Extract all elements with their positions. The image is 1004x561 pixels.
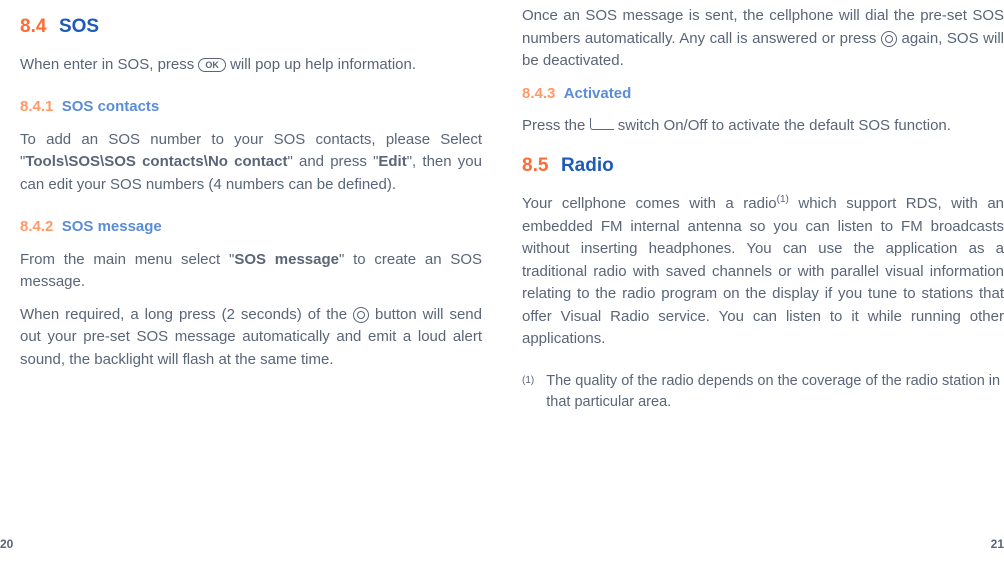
sos-message-paragraph-1: From the main menu select "SOS message" … bbox=[20, 249, 482, 294]
text: " and press " bbox=[287, 153, 378, 170]
subsection-8.4.3-heading: 8.4.3 Activated bbox=[522, 83, 1004, 106]
ok-button-icon: OK bbox=[198, 58, 226, 72]
page-number: 20 bbox=[0, 535, 13, 553]
sos-dial-paragraph: Once an SOS message is sent, the cellpho… bbox=[522, 5, 1004, 73]
right-page: Once an SOS message is sent, the cellpho… bbox=[502, 0, 1004, 561]
section-title: Radio bbox=[561, 155, 614, 176]
text: When enter in SOS, press bbox=[20, 56, 198, 73]
sos-button-icon bbox=[881, 31, 897, 47]
section-number: 8.5 bbox=[522, 155, 548, 176]
footnote-marker: (1) bbox=[522, 371, 534, 415]
subsection-number: 8.4.3 bbox=[522, 85, 555, 102]
sos-message-bold: SOS message bbox=[234, 251, 339, 268]
footnote-text: The quality of the radio depends on the … bbox=[546, 371, 1004, 415]
switch-icon bbox=[590, 118, 614, 130]
footnote-ref: (1) bbox=[777, 194, 789, 205]
text: which support RDS, with an embedded FM i… bbox=[522, 195, 1004, 347]
text: From the main menu select " bbox=[20, 251, 234, 268]
subsection-8.4.2-heading: 8.4.2 SOS message bbox=[20, 216, 482, 239]
subsection-title: Activated bbox=[564, 85, 632, 102]
sos-button-icon bbox=[353, 307, 369, 323]
page-number: 21 bbox=[991, 535, 1004, 553]
text: When required, a long press (2 seconds) … bbox=[20, 306, 353, 323]
edit-bold: Edit bbox=[378, 153, 406, 170]
subsection-number: 8.4.2 bbox=[20, 218, 53, 235]
activated-paragraph: Press the switch On/Off to activate the … bbox=[522, 115, 1004, 138]
sos-contacts-paragraph: To add an SOS number to your SOS contact… bbox=[20, 129, 482, 197]
radio-paragraph: Your cellphone comes with a radio(1) whi… bbox=[522, 192, 1004, 351]
menu-path-bold: Tools\SOS\SOS contacts\No contact bbox=[25, 153, 287, 170]
section-title: SOS bbox=[59, 16, 99, 37]
subsection-8.4.1-heading: 8.4.1 SOS contacts bbox=[20, 96, 482, 119]
subsection-number: 8.4.1 bbox=[20, 98, 53, 115]
intro-paragraph: When enter in SOS, press OK will pop up … bbox=[20, 54, 482, 77]
left-page: 8.4 SOS When enter in SOS, press OK will… bbox=[0, 0, 502, 561]
text: Your cellphone comes with a radio bbox=[522, 195, 777, 212]
subsection-title: SOS contacts bbox=[62, 98, 160, 115]
subsection-title: SOS message bbox=[62, 218, 162, 235]
text: Press the bbox=[522, 117, 590, 134]
footnote: (1) The quality of the radio depends on … bbox=[522, 371, 1004, 415]
text: switch On/Off to activate the default SO… bbox=[614, 117, 951, 134]
section-number: 8.4 bbox=[20, 16, 46, 37]
section-8.5-heading: 8.5 Radio bbox=[522, 152, 1004, 181]
text: will pop up help information. bbox=[226, 56, 416, 73]
section-8.4-heading: 8.4 SOS bbox=[20, 13, 482, 42]
sos-message-paragraph-2: When required, a long press (2 seconds) … bbox=[20, 304, 482, 372]
